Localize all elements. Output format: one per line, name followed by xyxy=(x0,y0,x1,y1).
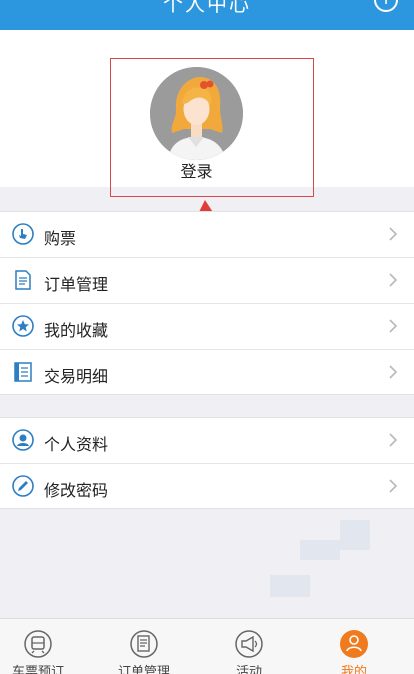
menu-item-change-password[interactable]: 修改密码 xyxy=(0,464,414,510)
order-icon xyxy=(130,630,158,658)
menu-group-primary: 购票 订单管理 我的收藏 交易明细 xyxy=(0,211,414,395)
tab-activities[interactable]: 活动 xyxy=(199,619,299,674)
avatar[interactable] xyxy=(150,67,243,160)
tab-label: 活动 xyxy=(235,665,262,674)
avatar-girl-icon xyxy=(150,67,243,160)
ticket-hand-icon xyxy=(12,223,34,245)
menu-item-buy-ticket[interactable]: 购票 xyxy=(0,212,414,258)
watermark xyxy=(340,520,370,550)
tab-order-management[interactable]: 订单管理 xyxy=(94,619,194,674)
profile-section: 登录 xyxy=(0,30,414,197)
chevron-right-icon xyxy=(389,433,398,447)
train-icon xyxy=(24,630,52,658)
tab-label: 订单管理 xyxy=(117,665,170,674)
chevron-right-icon xyxy=(389,365,398,379)
ledger-icon xyxy=(14,362,32,382)
document-icon xyxy=(15,270,31,290)
page-title: 个人中心 xyxy=(163,0,251,16)
star-icon xyxy=(12,315,34,337)
menu-item-label: 个人资料 xyxy=(44,435,109,454)
tab-label: 我的 xyxy=(340,665,367,674)
menu-group-account: 个人资料 修改密码 xyxy=(0,417,414,509)
chevron-right-icon xyxy=(389,319,398,333)
menu-item-profile[interactable]: 个人资料 xyxy=(0,418,414,464)
menu-item-label: 购票 xyxy=(44,229,77,248)
menu-item-label: 我的收藏 xyxy=(44,321,109,340)
tab-ticket-booking[interactable]: 车票预订 xyxy=(0,619,88,674)
menu-item-transactions[interactable]: 交易明细 xyxy=(0,350,414,396)
header-bar: 个人中心 + xyxy=(0,0,414,30)
user-icon xyxy=(12,429,34,451)
menu-item-label: 订单管理 xyxy=(44,275,109,294)
tab-mine[interactable]: 我的 xyxy=(304,619,404,674)
watermark xyxy=(270,575,310,597)
chevron-right-icon xyxy=(389,227,398,241)
menu-item-order-management[interactable]: 订单管理 xyxy=(0,258,414,304)
login-link[interactable]: 登录 xyxy=(150,158,243,182)
chevron-right-icon xyxy=(389,479,398,493)
megaphone-icon xyxy=(235,630,263,658)
menu-item-label: 交易明细 xyxy=(44,367,109,386)
chevron-right-icon xyxy=(389,273,398,287)
menu-item-favorites[interactable]: 我的收藏 xyxy=(0,304,414,350)
pencil-icon xyxy=(12,475,34,497)
tab-label: 车票预订 xyxy=(11,665,64,674)
bottom-tab-bar: 车票预订 订单管理 活动 我的 xyxy=(0,618,414,674)
watermark xyxy=(300,540,340,560)
person-icon xyxy=(340,630,368,658)
menu-item-label: 修改密码 xyxy=(44,481,109,500)
